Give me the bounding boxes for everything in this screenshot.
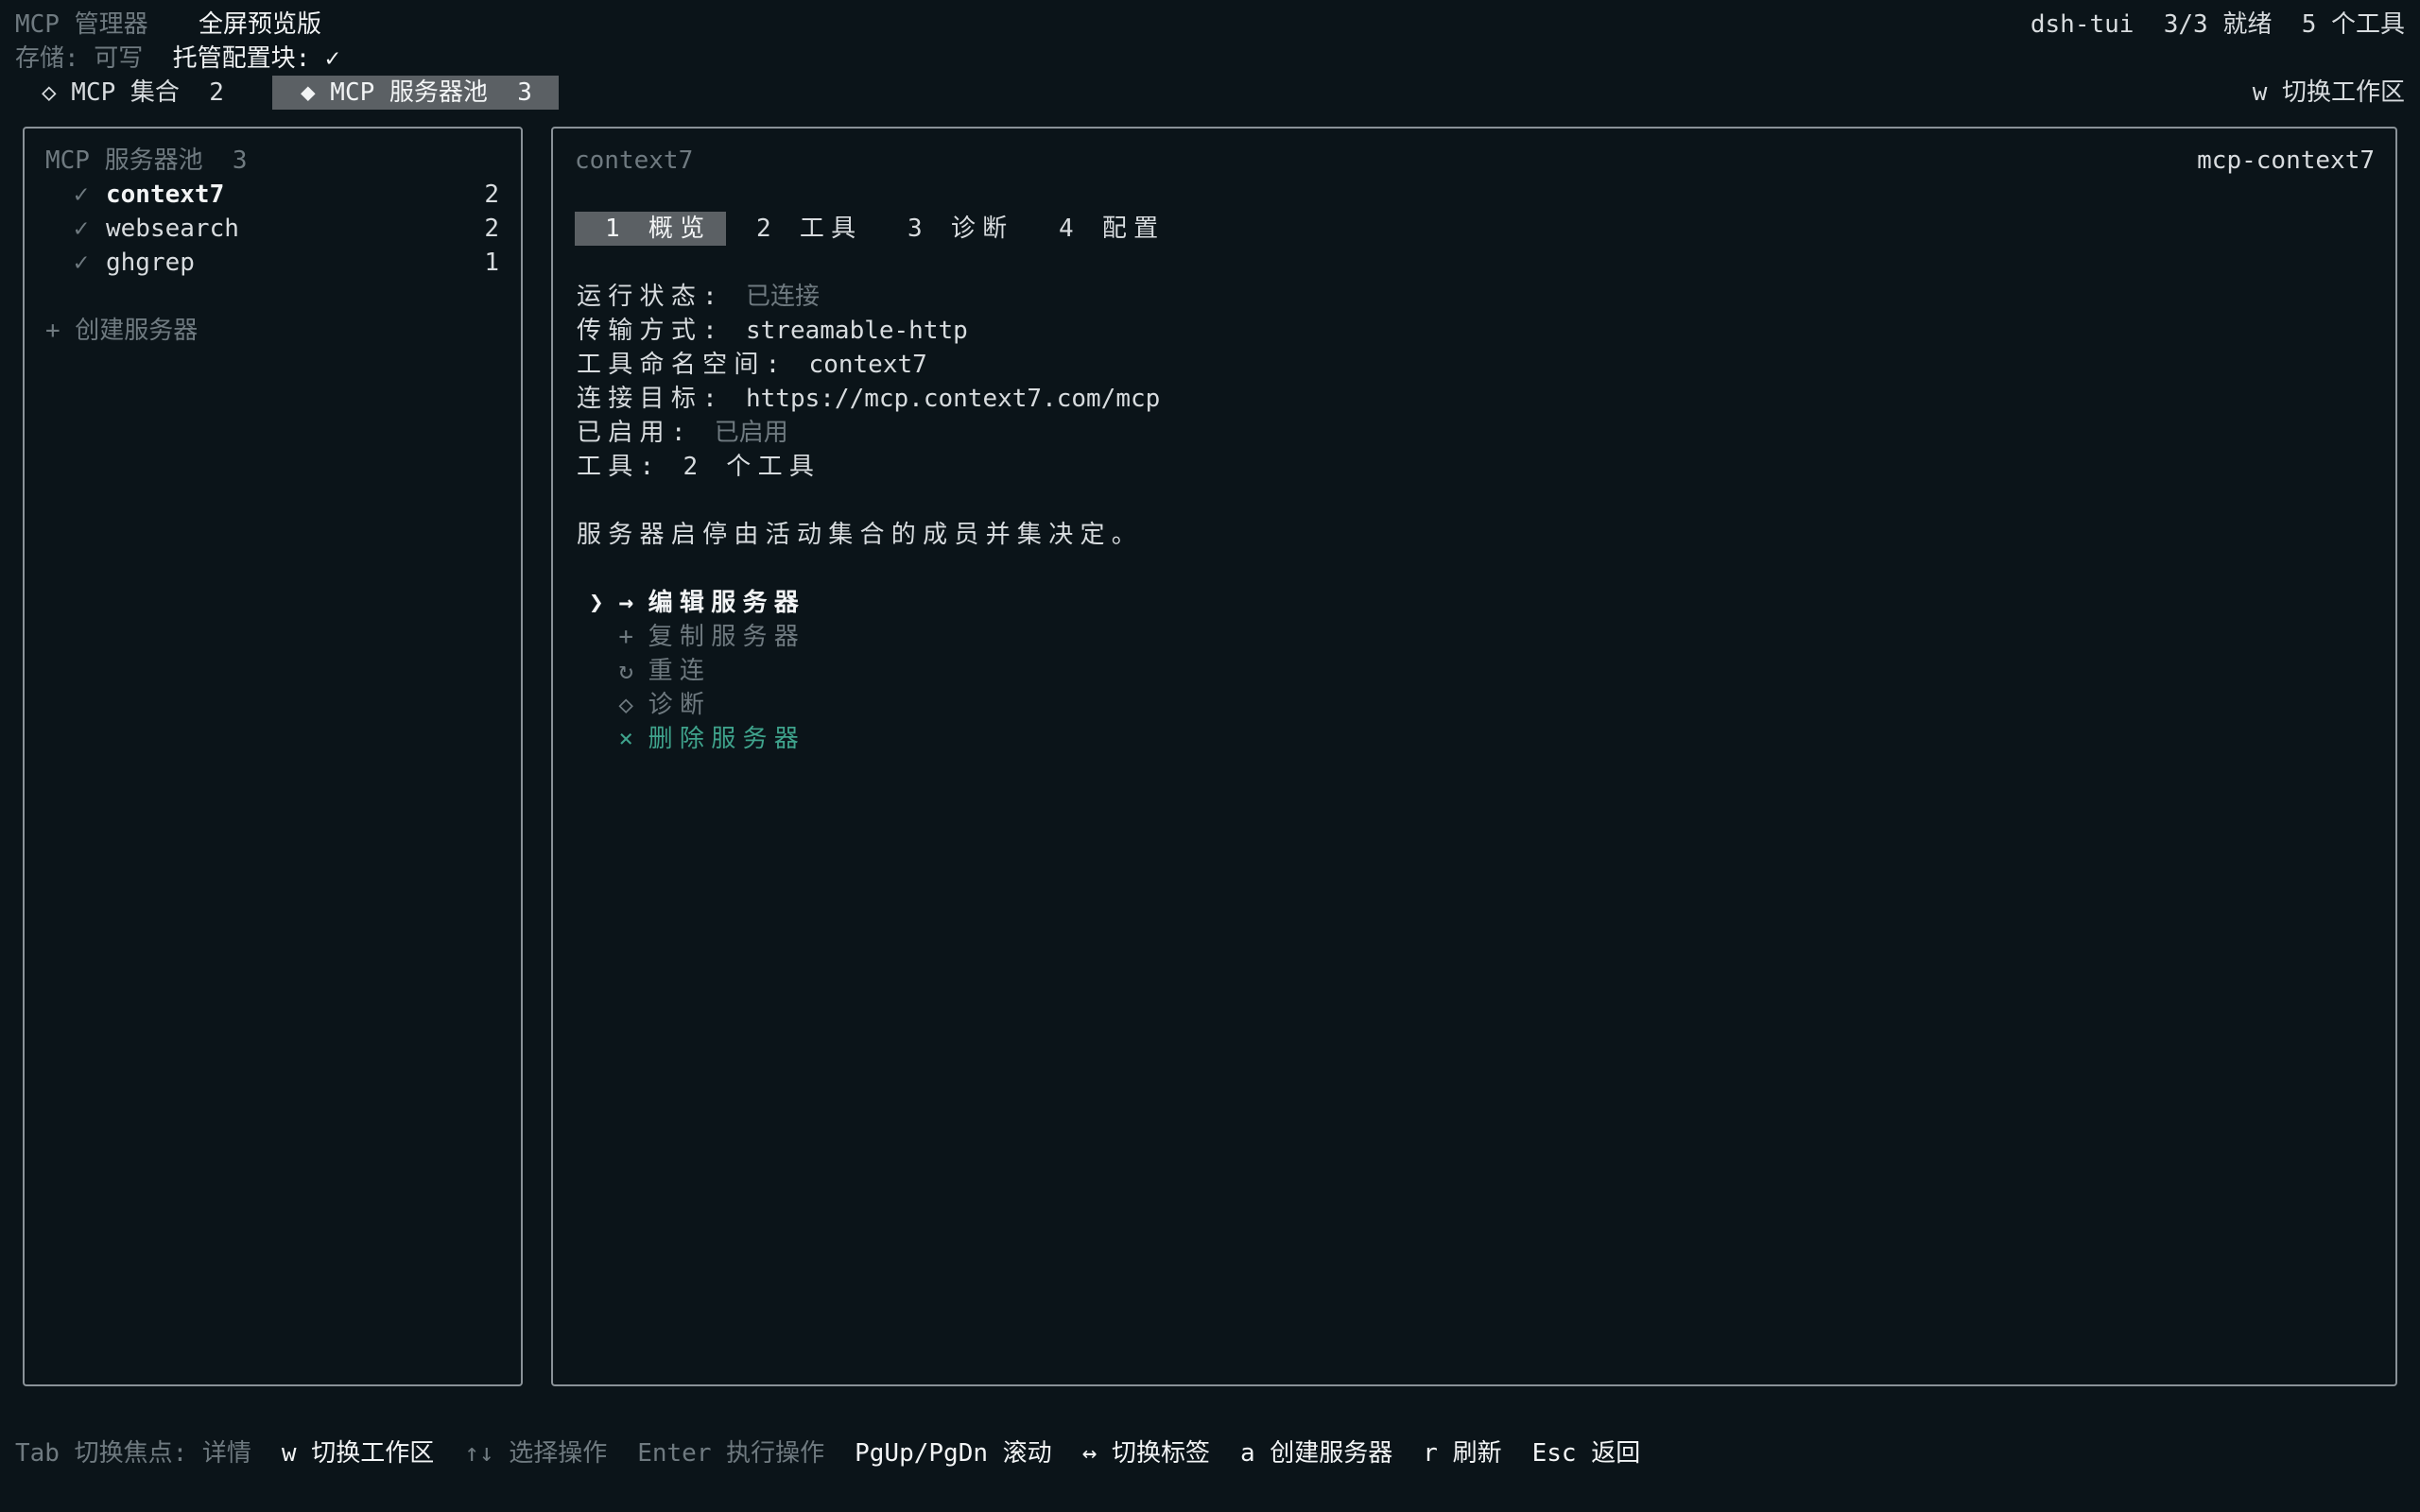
field-value: https://mcp.context7.com/mcp [746, 385, 1161, 413]
field-tools: 工具: 2 个工具 [577, 450, 821, 484]
field-label: 已启用: [577, 419, 715, 447]
server-name: context7 [106, 180, 225, 209]
field-target: 连接目标: https://mcp.context7.com/mcp [577, 382, 1160, 416]
field-transport: 传输方式: streamable-http [577, 314, 968, 348]
env-name: dsh-tui [2030, 10, 2135, 39]
tab-mcp-sets[interactable]: ◇ MCP 集合 2 [42, 76, 224, 110]
tab-overview[interactable]: 1 概览 [575, 212, 726, 246]
detail-title: context7 [575, 146, 694, 175]
create-server-button[interactable]: + 创建服务器 [45, 314, 198, 348]
field-label: 运行状态: [577, 283, 746, 311]
close-icon: × [618, 725, 633, 753]
field-label: 传输方式: [577, 317, 746, 345]
ready-count: 3/3 就绪 [2163, 10, 2273, 39]
app-mode: 全屏预览版 [199, 10, 322, 39]
hint-switch-tab: ↔ 切换标签 [1081, 1439, 1210, 1468]
hint-enter: Enter 执行操作 [637, 1439, 825, 1468]
server-row-ghgrep[interactable]: ✓ ghgrep 1 [45, 246, 499, 280]
server-tool-count: 2 [484, 215, 499, 243]
detail-note: 服务器启停由活动集合的成员并集决定。 [577, 521, 1144, 549]
check-icon: ✓ [74, 249, 89, 277]
diamond-icon: ◇ [618, 691, 633, 719]
storage-status: 存储: 可写 [15, 44, 144, 73]
status-summary: dsh-tui 3/3 就绪 5 个工具 [2031, 8, 2405, 42]
field-namespace: 工具命名空间: context7 [577, 348, 927, 382]
server-pool-title: MCP 服务器池 3 [45, 146, 248, 175]
hint-create: a 创建服务器 [1239, 1439, 1393, 1468]
check-icon: ✓ [74, 180, 89, 209]
action-edit-server[interactable]: ❯ → 编辑服务器 [573, 586, 805, 620]
tab-diagnostics[interactable]: 3 诊断 [908, 212, 1013, 246]
tab-mcp-server-pool[interactable]: ◆ MCP 服务器池 3 [272, 76, 559, 110]
tab-config[interactable]: 4 配置 [1059, 212, 1165, 246]
hint-scroll: PgUp/PgDn 滚动 [855, 1439, 1052, 1468]
switch-workspace-hint[interactable]: w 切换工作区 [2253, 76, 2405, 110]
tab-overview-label: 1 概览 [605, 215, 712, 243]
action-label: 重连 [648, 657, 712, 685]
action-reconnect[interactable]: ↻ 重连 [573, 654, 711, 688]
server-name: websearch [106, 215, 239, 243]
field-label: 连接目标: [577, 385, 746, 413]
field-value: streamable-http [746, 317, 968, 345]
action-label: 编辑服务器 [648, 589, 806, 617]
server-tool-count: 2 [484, 180, 499, 209]
server-name: ghgrep [106, 249, 195, 277]
action-label: 复制服务器 [648, 623, 806, 651]
detail-server-id: mcp-context7 [2197, 146, 2375, 175]
action-label: 删除服务器 [648, 725, 806, 753]
action-duplicate-server[interactable]: + 复制服务器 [573, 620, 805, 654]
arrow-right-icon: ❯ → [589, 589, 633, 617]
check-icon: ✓ [74, 215, 89, 243]
field-value: context7 [808, 351, 927, 379]
field-enabled: 已启用: 已启用 [577, 416, 788, 450]
plus-icon: + [618, 623, 633, 651]
field-run-status: 运行状态: 已连接 [577, 280, 820, 314]
tab-tools[interactable]: 2 工具 [756, 212, 862, 246]
field-label: 工具命名空间: [577, 351, 809, 379]
hint-select: ↑↓ 选择操作 [464, 1439, 608, 1468]
hint-workspace: w 切换工作区 [281, 1439, 435, 1468]
managed-config-status: 托管配置块: ✓ [172, 44, 340, 73]
server-tool-count: 1 [484, 249, 499, 277]
field-value: 已启用 [714, 419, 788, 447]
field-value: 已连接 [746, 283, 821, 311]
action-diagnose[interactable]: ◇ 诊断 [573, 688, 711, 722]
storage-line: 存储: 可写 托管配置块: ✓ [15, 42, 340, 76]
field-value: 2 个工具 [683, 453, 821, 481]
server-row-context7[interactable]: ✓ context7 2 [45, 178, 499, 212]
app-title: MCP 管理器 [15, 10, 148, 39]
hint-back: Esc 返回 [1531, 1439, 1641, 1468]
refresh-icon: ↻ [618, 657, 633, 685]
hint-tab-focus: Tab 切换焦点: 详情 [15, 1439, 251, 1468]
action-delete-server[interactable]: × 删除服务器 [573, 722, 805, 756]
tools-count: 5 个工具 [2301, 10, 2405, 39]
action-label: 诊断 [648, 691, 712, 719]
server-row-websearch[interactable]: ✓ websearch 2 [45, 212, 499, 246]
keybinding-footer: Tab 切换焦点: 详情 w 切换工作区 ↑↓ 选择操作 Enter 执行操作 PgUp… [15, 1436, 1670, 1470]
field-label: 工具: [577, 453, 683, 481]
hint-refresh: r 刷新 [1423, 1439, 1502, 1468]
